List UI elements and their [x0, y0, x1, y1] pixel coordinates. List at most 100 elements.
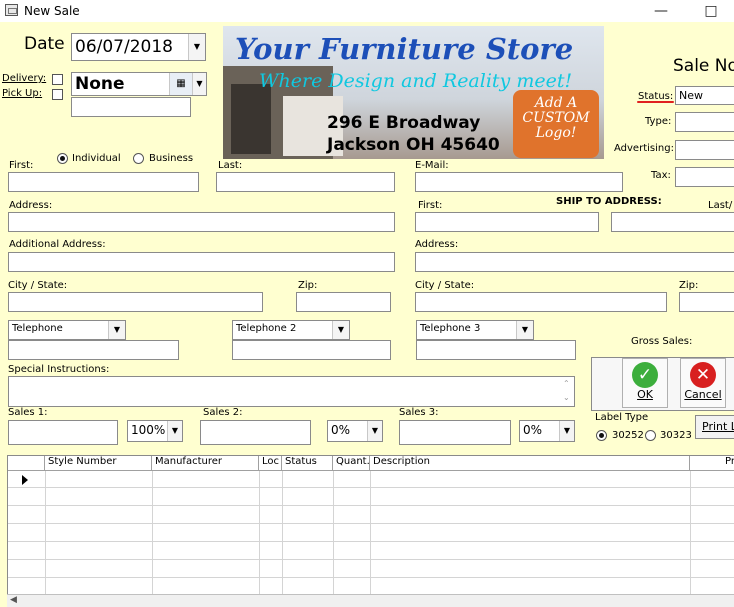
label-30323-text: 30323	[660, 430, 692, 441]
telephone3-type-select[interactable]: Telephone 3 ▼	[416, 320, 534, 340]
special-instructions-scrollbar[interactable]: ⌃ ⌄	[561, 377, 574, 407]
chevron-down-icon[interactable]: ▼	[367, 421, 382, 441]
print-labels-button[interactable]: Print La	[695, 415, 734, 439]
telephone-type-value: Telephone	[12, 323, 63, 334]
delivery-checkbox[interactable]	[52, 74, 63, 85]
items-grid[interactable]: Style Number Manufacturer Loc Status Qua…	[7, 455, 734, 595]
special-instructions-field[interactable]	[8, 376, 575, 407]
grid-row-line	[8, 577, 734, 578]
pickup-checkbox[interactable]	[52, 89, 63, 100]
sales2-field[interactable]	[200, 420, 311, 445]
column-header[interactable]: Loc	[259, 456, 282, 471]
scroll-down-icon[interactable]: ⌄	[563, 393, 570, 402]
business-label: Business	[149, 153, 194, 164]
column-header[interactable]: Description	[370, 456, 690, 471]
chevron-down-icon[interactable]: ▼	[108, 321, 125, 339]
date-picker[interactable]: 06/07/2018 ▼	[71, 33, 206, 61]
column-header[interactable]: Status	[282, 456, 333, 471]
business-radio[interactable]	[133, 153, 144, 164]
sales1-percent-select[interactable]: 100% ▼	[127, 420, 183, 442]
tax-field[interactable]	[675, 167, 734, 187]
sales3-percent-select[interactable]: 0% ▼	[519, 420, 575, 442]
ship-zip-label: Zip:	[679, 280, 699, 291]
sale-no-label: Sale No	[673, 56, 734, 76]
action-button-panel: ✓ OK ✕ Cancel	[591, 357, 734, 411]
sales2-percent-select[interactable]: 0% ▼	[327, 420, 383, 442]
ship-city-state-field[interactable]	[415, 292, 667, 312]
label-30323-radio[interactable]	[645, 430, 656, 441]
telephone3-type-value: Telephone 3	[420, 323, 481, 334]
status-underline	[637, 101, 674, 103]
telephone3-field[interactable]	[416, 340, 576, 360]
column-header[interactable]: Style Number	[45, 456, 152, 471]
delivery-select-value: None	[75, 74, 125, 94]
ok-button[interactable]: ✓ OK	[622, 358, 668, 408]
ship-last-field[interactable]	[611, 212, 734, 232]
window-title: New Sale	[24, 4, 80, 18]
telephone-type-select[interactable]: Telephone ▼	[8, 320, 126, 340]
delivery-note-field[interactable]	[71, 97, 191, 117]
status-field[interactable]	[675, 86, 734, 105]
scroll-left-icon[interactable]: ◀	[10, 595, 17, 605]
grid-row-line	[8, 541, 734, 542]
city-state-field[interactable]	[8, 292, 263, 312]
individual-radio[interactable]	[57, 153, 68, 164]
ship-zip-field[interactable]	[679, 292, 734, 312]
calendar-icon[interactable]: ▦	[169, 73, 192, 95]
delivery-select[interactable]: None ▦ ▼	[71, 72, 207, 96]
telephone2-type-select[interactable]: Telephone 2 ▼	[232, 320, 350, 340]
app-icon	[5, 4, 18, 16]
email-label: E-Mail:	[415, 160, 449, 171]
sales1-label: Sales 1:	[8, 407, 48, 418]
city-state-label: City / State:	[8, 280, 68, 291]
grid-horizontal-scrollbar[interactable]: ◀	[7, 594, 734, 607]
sales3-field[interactable]	[399, 420, 511, 445]
address-field[interactable]	[8, 212, 395, 232]
email-field[interactable]	[415, 172, 623, 192]
print-labels-button-label: Print La	[702, 420, 734, 433]
grid-row-header	[8, 456, 45, 471]
chevron-down-icon[interactable]: ▼	[559, 421, 574, 441]
last-name-field[interactable]	[216, 172, 395, 192]
ship-first-field[interactable]	[415, 212, 599, 232]
telephone2-field[interactable]	[232, 340, 391, 360]
column-header[interactable]: Quant.	[333, 456, 370, 471]
date-value: 06/07/2018	[75, 37, 173, 57]
banner-headline: Your Furniture Store	[235, 32, 574, 66]
telephone-field[interactable]	[8, 340, 179, 360]
maximize-button[interactable]: □	[688, 0, 734, 22]
advertising-field[interactable]	[675, 140, 734, 160]
logo-text-line: CUSTOM	[522, 110, 590, 126]
chevron-down-icon[interactable]: ▼	[192, 73, 206, 95]
grid-row-line	[8, 559, 734, 560]
close-icon: ✕	[690, 362, 716, 388]
grid-column-line	[45, 471, 46, 594]
first-name-field[interactable]	[8, 172, 199, 192]
custom-logo-placeholder: Add A CUSTOM Logo!	[513, 90, 599, 158]
store-banner: Your Furniture Store Where Design and Re…	[223, 26, 604, 159]
first-label: First:	[9, 160, 34, 171]
type-field[interactable]	[675, 112, 734, 132]
column-header[interactable]: Manufacturer	[152, 456, 259, 471]
ship-to-title: SHIP TO ADDRESS:	[556, 196, 662, 207]
zip-field[interactable]	[296, 292, 391, 312]
grid-column-line	[282, 471, 283, 594]
minimize-button[interactable]: —	[638, 0, 684, 22]
scroll-up-icon[interactable]: ⌃	[563, 379, 570, 388]
checkmark-icon: ✓	[632, 362, 658, 388]
zip-label: Zip:	[298, 280, 318, 291]
banner-address-line1: 296 E Broadway	[327, 113, 481, 133]
cancel-button[interactable]: ✕ Cancel	[680, 358, 726, 408]
column-header[interactable]: Pr	[690, 456, 734, 471]
ship-address-field[interactable]	[415, 252, 734, 272]
type-label: Type:	[645, 116, 672, 127]
chevron-down-icon[interactable]: ▼	[188, 34, 205, 60]
additional-address-field[interactable]	[8, 252, 395, 272]
chevron-down-icon[interactable]: ▼	[516, 321, 533, 339]
chevron-down-icon[interactable]: ▼	[167, 421, 182, 441]
sales1-field[interactable]	[8, 420, 118, 445]
current-row-indicator-icon	[22, 475, 28, 485]
title-bar: New Sale — □	[0, 0, 734, 22]
chevron-down-icon[interactable]: ▼	[332, 321, 349, 339]
label-30252-radio[interactable]	[596, 430, 607, 441]
